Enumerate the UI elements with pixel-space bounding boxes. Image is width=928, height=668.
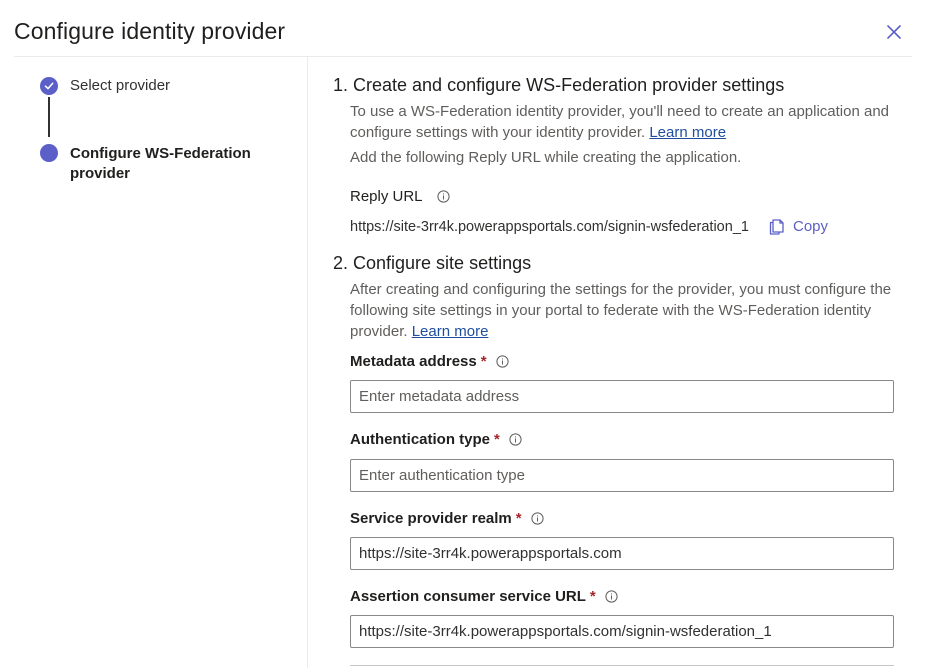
copy-icon (769, 219, 784, 235)
close-button[interactable] (884, 22, 904, 42)
learn-more-link[interactable]: Learn more (412, 323, 489, 340)
metadata-address-label: Metadata address * (350, 353, 509, 370)
reply-url-label: Reply URL (350, 188, 450, 205)
assertion-consumer-service-url-label: Assertion consumer service URL * (350, 588, 618, 605)
step-label: Configure WS-Federation provider (70, 145, 251, 182)
reply-url-instruction: Add the following Reply URL while creati… (350, 149, 742, 166)
description-text: To use a WS-Federation identity provider… (350, 103, 890, 141)
service-provider-realm-label: Service provider realm * (350, 510, 544, 527)
section-title: 1. Create and configure WS-Federation pr… (333, 75, 785, 95)
dialog-title: Configure identity provider (14, 18, 286, 44)
authentication-type-label: Authentication type * (350, 431, 522, 448)
info-icon[interactable] (531, 512, 544, 525)
header-divider (14, 56, 912, 57)
field-label-text: Metadata address (350, 353, 477, 370)
authentication-type-input[interactable] (350, 459, 894, 492)
step-label: Select provider (70, 77, 171, 94)
next-field-edge (350, 665, 894, 666)
field-label-text: Service provider realm (350, 510, 512, 527)
section-description: After creating and configuring the setti… (350, 279, 895, 342)
info-icon[interactable] (605, 590, 618, 603)
close-icon (887, 25, 901, 39)
reply-url-value: https://site-3rr4k.powerappsportals.com/… (350, 219, 749, 235)
required-indicator: * (515, 510, 522, 527)
metadata-address-input[interactable] (350, 380, 894, 413)
required-indicator: * (494, 431, 500, 448)
assertion-consumer-service-url-input[interactable] (350, 615, 894, 648)
info-icon[interactable] (495, 355, 509, 368)
required-indicator: * (589, 588, 596, 605)
copy-button[interactable]: Copy (768, 217, 828, 235)
step-active-indicator (40, 144, 58, 162)
check-icon (44, 82, 54, 90)
section-description: To use a WS-Federation identity provider… (350, 101, 895, 143)
info-icon[interactable] (436, 190, 450, 203)
learn-more-link[interactable]: Learn more (649, 124, 726, 141)
required-indicator: * (480, 353, 487, 370)
sidebar-divider (307, 57, 308, 668)
field-label-text: Authentication type (350, 431, 491, 448)
copy-label: Copy (793, 217, 829, 235)
section-title: 2. Configure site settings (333, 253, 532, 273)
reply-url-label-text: Reply URL (350, 188, 423, 205)
field-label-text: Assertion consumer service URL (350, 588, 586, 605)
step-configure-ws-federation: Configure WS-Federation provider (40, 144, 260, 184)
step-completed-indicator (40, 77, 58, 95)
step-connector (48, 97, 50, 137)
step-select-provider: Select provider (40, 77, 170, 96)
configure-identity-provider-dialog: Configure identity provider Select provi… (0, 0, 928, 668)
info-icon[interactable] (509, 433, 522, 446)
service-provider-realm-input[interactable] (350, 537, 894, 570)
